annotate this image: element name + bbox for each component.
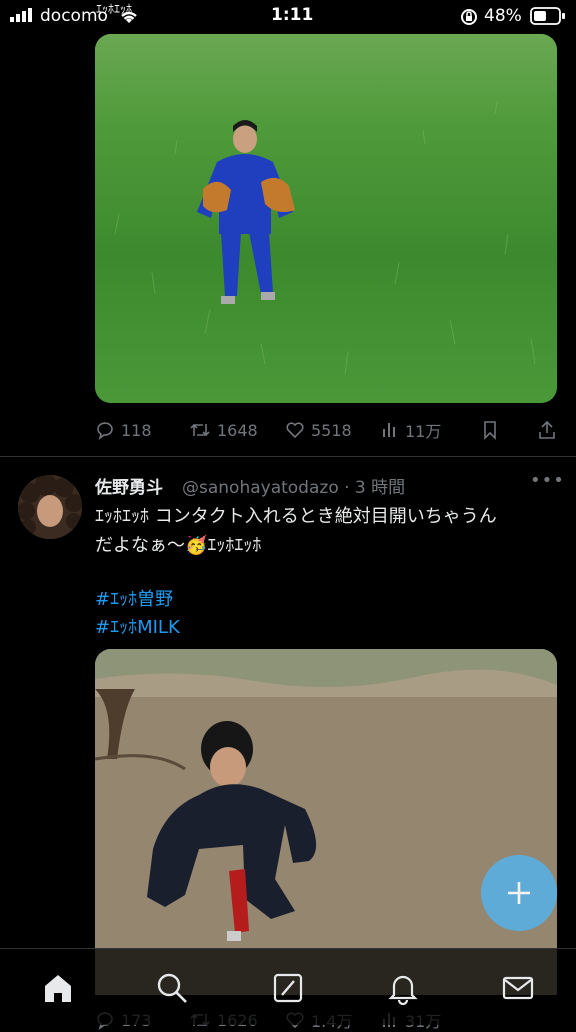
grok-icon bbox=[273, 973, 303, 1003]
retweet-icon bbox=[190, 423, 210, 437]
tweet-text-line2: だよなぁ～🥳ｴｯﾎｴｯﾎ bbox=[95, 531, 555, 560]
signal-icon bbox=[10, 8, 32, 22]
views-button[interactable]: 11万 bbox=[381, 418, 481, 442]
hashtag-link-1[interactable]: #ｴｯﾎ曽野 bbox=[95, 585, 173, 611]
reply-button[interactable]: 118 bbox=[95, 420, 189, 440]
orientation-lock-icon bbox=[461, 9, 477, 25]
retweet-button[interactable]: 1648 bbox=[189, 420, 285, 440]
reply-count: 118 bbox=[121, 420, 152, 440]
field-photo bbox=[95, 34, 557, 403]
reply-icon bbox=[97, 422, 113, 440]
wifi-icon bbox=[121, 11, 137, 23]
handle-text: @sanohayatodazo bbox=[182, 478, 339, 498]
notifications-icon bbox=[388, 975, 418, 1005]
like-count: 5518 bbox=[311, 420, 352, 440]
compose-button[interactable] bbox=[481, 855, 557, 931]
like-button[interactable]: 5518 bbox=[285, 420, 381, 440]
status-bar: docomo ｴｯﾎｴｯﾎ 1:11 48% bbox=[0, 0, 576, 32]
tab-grok[interactable] bbox=[268, 968, 308, 1008]
tweet-text: ｴｯﾎｴｯﾎ コンタクト入れるとき絶対目開いちゃうん だよなぁ～🥳ｴｯﾎｴｯﾎ bbox=[95, 502, 555, 560]
share-button[interactable] bbox=[521, 420, 557, 440]
tweet-text-line1: ｴｯﾎｴｯﾎ コンタクト入れるとき絶対目開いちゃうん bbox=[95, 506, 497, 527]
battery-percent: 48% bbox=[484, 6, 522, 26]
author-name[interactable]: 佐野勇斗 bbox=[95, 473, 163, 498]
bookmark-icon bbox=[484, 421, 496, 440]
heart-icon bbox=[286, 422, 304, 439]
messages-icon bbox=[502, 976, 534, 1000]
tweet2-image[interactable] bbox=[95, 649, 557, 995]
author-handle: @sanohayatodazo · 3 時間 bbox=[182, 473, 405, 498]
tab-messages[interactable] bbox=[498, 968, 538, 1008]
tweet1-image[interactable] bbox=[95, 34, 557, 403]
view-count: 11万 bbox=[405, 422, 442, 441]
tab-search[interactable] bbox=[152, 968, 192, 1008]
clock: 1:11 bbox=[271, 5, 314, 25]
tweet-divider bbox=[0, 456, 576, 457]
home-icon bbox=[45, 975, 71, 1002]
tweet-text-line2a: だよなぁ～ bbox=[95, 535, 185, 556]
share-icon bbox=[539, 420, 555, 439]
retweet-count: 1648 bbox=[217, 420, 258, 440]
compose-icon bbox=[508, 882, 530, 904]
dirt-ground-photo bbox=[95, 649, 557, 995]
tweet1-action-bar: 118 1648 5518 11万 bbox=[95, 418, 557, 442]
tweet-time: · 3 時間 bbox=[344, 478, 406, 498]
hashtag-link-2[interactable]: #ｴｯﾎMILK bbox=[95, 613, 180, 639]
battery-icon bbox=[530, 7, 565, 25]
tab-notifications[interactable] bbox=[383, 968, 423, 1008]
views-icon bbox=[383, 423, 395, 437]
avatar[interactable] bbox=[18, 475, 82, 539]
bookmark-button[interactable] bbox=[481, 420, 521, 440]
search-icon bbox=[157, 973, 187, 1003]
partying-face-emoji: 🥳 bbox=[185, 535, 208, 556]
avatar-photo bbox=[18, 475, 82, 539]
tab-home[interactable] bbox=[38, 968, 78, 1008]
more-options-icon[interactable]: ••• bbox=[530, 470, 565, 491]
tweet-text-line2b: ｴｯﾎｴｯﾎ bbox=[207, 535, 262, 556]
